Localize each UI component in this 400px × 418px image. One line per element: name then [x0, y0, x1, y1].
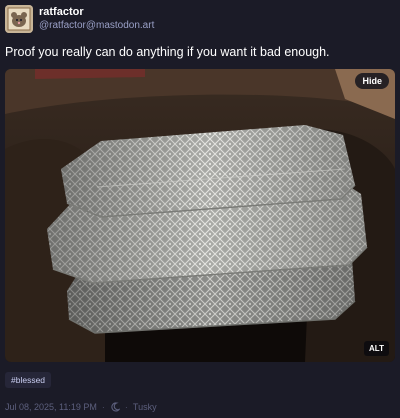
- moon-icon: [110, 402, 121, 412]
- author-handle[interactable]: @ratfactor@mastodon.art: [39, 20, 154, 32]
- media-attachment[interactable]: Hide ALT: [5, 69, 395, 362]
- meta-separator: ·: [124, 402, 128, 412]
- post-timestamp[interactable]: Jul 08, 2025, 11:19 PM: [5, 402, 97, 412]
- avatar[interactable]: [5, 5, 33, 33]
- hashtag-blessed[interactable]: #blessed: [5, 372, 52, 388]
- folded-sheets-photo: [5, 69, 395, 362]
- client-name[interactable]: Tusky: [133, 402, 157, 412]
- post-meta: Jul 08, 2025, 11:19 PM · · Tusky: [5, 402, 157, 412]
- post-text: Proof you really can do anything if you …: [5, 45, 330, 59]
- hide-media-button[interactable]: Hide: [355, 73, 389, 89]
- meta-separator: ·: [101, 402, 105, 412]
- author-name[interactable]: ratfactor: [39, 6, 84, 19]
- alt-text-badge[interactable]: ALT: [364, 341, 389, 356]
